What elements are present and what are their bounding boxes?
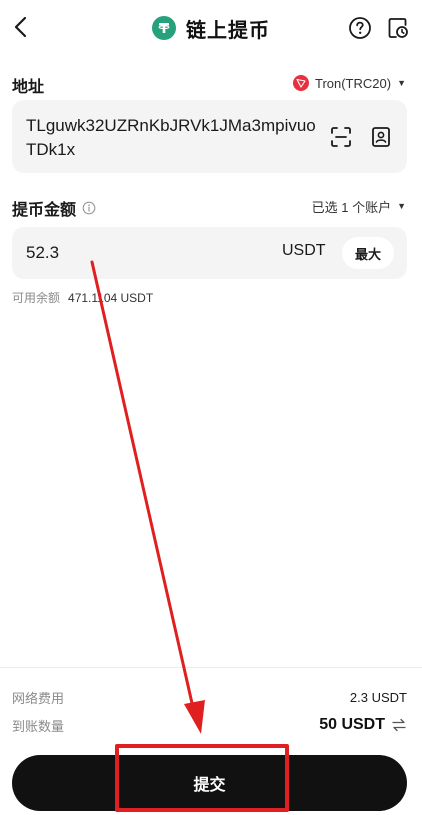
caret-down-icon: ▼ <box>397 78 406 88</box>
tron-icon <box>292 75 309 91</box>
scan-button[interactable] <box>328 124 354 150</box>
address-book-icon <box>372 127 390 147</box>
network-value: Tron(TRC20) <box>314 75 392 91</box>
network-fee-row: 网络费用 2.3 USDT <box>12 688 407 706</box>
receive-label: 到账数量 <box>12 718 65 734</box>
caret-down-icon: ▼ <box>397 201 406 211</box>
page-title: 链上提币 <box>186 19 270 42</box>
fee-value: 2.3 USDT <box>349 689 407 705</box>
address-book-button[interactable] <box>368 124 394 150</box>
address-field[interactable]: TLguwk32UZRnKbJRVk1JMa3mpivuoTDk1x <box>12 100 407 173</box>
network-select[interactable]: Tron(TRC20) ▼ <box>292 73 406 93</box>
scan-icon <box>331 127 351 147</box>
max-button[interactable]: 最大 <box>342 237 394 269</box>
info-icon[interactable] <box>82 201 96 215</box>
receive-value: 50 USDT <box>319 716 385 733</box>
history-document-icon <box>388 18 408 38</box>
tether-logo-icon <box>152 16 176 40</box>
available-balance: 可用余额 471.1104 USDT <box>12 289 153 306</box>
address-label: 地址 <box>12 79 45 96</box>
amount-field: USDT 最大 <box>12 227 407 279</box>
account-select[interactable]: 已选 1 个账户 ▼ <box>312 196 406 216</box>
amount-label-group: 提币金额 <box>12 196 96 220</box>
amount-input[interactable] <box>26 240 226 266</box>
address-value[interactable]: TLguwk32UZRnKbJRVk1JMa3mpivuoTDk1x <box>26 114 316 162</box>
swap-icon[interactable] <box>391 717 407 733</box>
receive-right: 50 USDT <box>319 716 407 734</box>
submit-button[interactable]: 提交 <box>12 755 407 811</box>
divider <box>0 667 422 668</box>
amount-unit: USDT <box>282 242 326 259</box>
receive-amount-row: 到账数量 50 USDT <box>12 714 407 736</box>
amount-label: 提币金额 <box>12 202 77 219</box>
available-value: 471.1104 USDT <box>68 291 154 305</box>
fee-label: 网络费用 <box>12 690 65 706</box>
question-circle-icon <box>349 17 371 39</box>
history-button[interactable] <box>384 14 412 42</box>
account-select-value: 已选 1 个账户 <box>311 199 392 215</box>
help-button[interactable] <box>346 14 374 42</box>
available-label: 可用余额 <box>12 291 61 305</box>
header: 链上提币 <box>0 0 422 56</box>
